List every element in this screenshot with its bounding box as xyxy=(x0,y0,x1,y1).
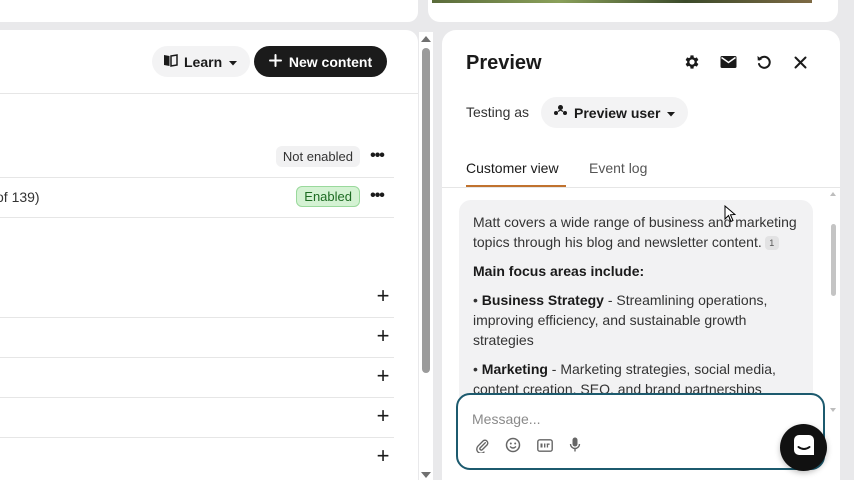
reset-icon[interactable] xyxy=(752,50,776,74)
preview-scroll-down-arrow[interactable] xyxy=(830,408,836,412)
mouse-cursor-icon xyxy=(724,204,737,228)
messenger-launcher-button[interactable] xyxy=(780,424,827,471)
gif-icon[interactable] xyxy=(535,435,555,455)
top-card-right xyxy=(428,0,838,22)
content-row-text: of 139) xyxy=(0,189,40,205)
message-intro: Matt covers a wide range of business and… xyxy=(473,214,797,251)
content-scrollbar-thumb[interactable] xyxy=(422,48,430,373)
testing-as-label: Testing as xyxy=(466,104,530,120)
more-options-icon[interactable]: ••• xyxy=(366,146,388,166)
add-row: + xyxy=(0,357,394,397)
row-divider xyxy=(0,217,394,218)
message-input[interactable] xyxy=(472,409,752,429)
message-composer xyxy=(456,393,825,470)
chevron-down-icon xyxy=(228,54,238,70)
chevron-down-icon xyxy=(666,105,676,121)
scroll-down-arrow[interactable] xyxy=(421,472,431,478)
add-icon[interactable]: + xyxy=(372,405,394,428)
preview-scroll-up-arrow[interactable] xyxy=(830,192,836,196)
bullet-title: Marketing xyxy=(481,361,548,377)
citation-badge[interactable]: 1 xyxy=(764,236,779,251)
add-row: + xyxy=(0,277,394,317)
active-tab-indicator xyxy=(466,185,566,187)
learn-label: Learn xyxy=(184,53,223,70)
content-row[interactable]: Not enabled ••• xyxy=(0,137,394,177)
users-icon xyxy=(553,104,568,121)
microphone-icon[interactable] xyxy=(565,435,585,455)
bot-message: Matt covers a wide range of business and… xyxy=(459,200,813,424)
attachment-icon[interactable] xyxy=(472,435,492,455)
settings-gear-icon[interactable] xyxy=(680,50,704,74)
learn-button[interactable]: Learn xyxy=(152,46,251,77)
add-row: + xyxy=(0,437,394,477)
add-icon[interactable]: + xyxy=(372,325,394,348)
add-row: + xyxy=(0,317,394,357)
preview-user-label: Preview user xyxy=(574,104,661,121)
preview-user-select[interactable]: Preview user xyxy=(541,97,689,128)
bullet-title: Business Strategy xyxy=(481,292,604,308)
tab-event-log[interactable]: Event log xyxy=(589,160,647,176)
scroll-up-arrow[interactable] xyxy=(421,36,431,42)
add-icon[interactable]: + xyxy=(372,365,394,388)
close-icon[interactable] xyxy=(788,50,812,74)
plus-icon xyxy=(268,53,282,70)
chat-icon xyxy=(793,434,815,461)
tabs-divider xyxy=(442,187,840,188)
emoji-icon[interactable] xyxy=(503,435,523,455)
focus-heading: Main focus areas include: xyxy=(473,263,645,279)
status-badge: Not enabled xyxy=(275,146,360,167)
status-badge: Enabled xyxy=(296,186,360,207)
more-options-icon[interactable]: ••• xyxy=(366,186,388,206)
add-icon[interactable]: + xyxy=(372,285,394,308)
preview-scrollbar-thumb[interactable] xyxy=(831,224,836,296)
content-panel: Learn New content Not enabled ••• of 139… xyxy=(0,30,418,480)
list-item: • Business Strategy - Streamlining opera… xyxy=(473,292,768,348)
new-content-button[interactable]: New content xyxy=(254,46,387,77)
add-row: + xyxy=(0,397,394,437)
toolbar-divider xyxy=(0,93,418,94)
book-icon xyxy=(163,53,178,70)
content-row[interactable]: of 139) Enabled ••• xyxy=(0,177,394,217)
top-image-strip xyxy=(432,0,812,3)
tab-customer-view[interactable]: Customer view xyxy=(466,160,559,176)
add-icon[interactable]: + xyxy=(372,445,394,468)
email-icon[interactable] xyxy=(716,50,740,74)
new-content-label: New content xyxy=(288,53,373,70)
preview-title: Preview xyxy=(466,52,542,74)
top-card-left xyxy=(0,0,418,22)
